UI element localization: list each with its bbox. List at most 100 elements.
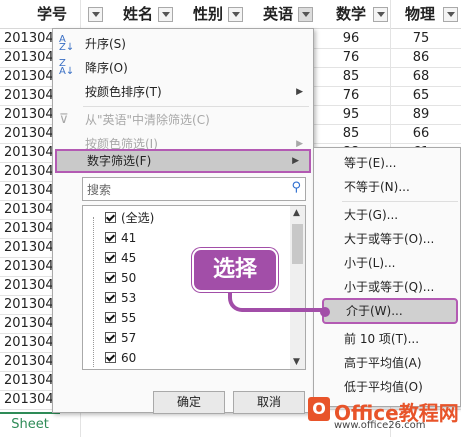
cell-id[interactable]: 201304 — [4, 145, 54, 160]
search-placeholder: 搜索 — [87, 183, 112, 197]
cell-id[interactable]: 201304 — [4, 316, 54, 331]
cell-id[interactable]: 201304 — [4, 354, 54, 369]
checkbox-checked[interactable] — [105, 272, 116, 283]
menu-divider — [83, 106, 309, 107]
cell-physics[interactable]: 68 — [406, 69, 436, 84]
cell-id[interactable]: 201304 — [4, 183, 54, 198]
cell-id[interactable]: 201304 — [4, 50, 54, 65]
menu-sort-by-color[interactable]: 按颜色排序(T) ▶ — [53, 81, 313, 103]
filter-value-item[interactable]: 55 — [105, 308, 136, 328]
scroll-thumb[interactable] — [292, 224, 303, 264]
menu-divider — [342, 201, 458, 202]
filter-value-item[interactable]: 57 — [105, 328, 136, 348]
col-header-gender: 性别 — [192, 5, 223, 23]
callout-label: 选择 — [192, 248, 278, 292]
cancel-button[interactable]: 取消 — [233, 391, 305, 414]
filter-value-item[interactable]: 41 — [105, 228, 136, 248]
filter-button-id[interactable] — [88, 7, 103, 22]
filter-value-item[interactable]: 60 — [105, 348, 136, 368]
filter-value-item[interactable]: (全选) — [105, 208, 154, 228]
cell-id[interactable]: 201304 — [4, 88, 54, 103]
filter-value-label: 55 — [121, 311, 137, 325]
filter-value-item[interactable]: 53 — [105, 288, 136, 308]
cell-id[interactable]: 201304 — [4, 240, 54, 255]
sort-ascending-icon: A Z↓ — [59, 34, 75, 53]
cell-id[interactable]: 201304 — [4, 31, 54, 46]
checkbox-checked[interactable] — [105, 292, 116, 303]
checkbox-checked[interactable] — [105, 252, 116, 263]
scroll-up-icon[interactable]: ▲ — [293, 208, 300, 218]
cell-id[interactable]: 201304 — [4, 297, 54, 312]
clear-filter-icon: ⊽ — [59, 112, 69, 127]
cell-id[interactable]: 201304 — [4, 69, 54, 84]
cell-id[interactable]: 201304 — [4, 373, 54, 388]
cell-id[interactable]: 201304 — [4, 278, 54, 293]
submenu-equals[interactable]: 等于(E)... — [344, 152, 396, 174]
checkbox-checked[interactable] — [105, 312, 116, 323]
cell-id[interactable]: 201304 — [4, 392, 54, 407]
filter-value-label: 57 — [121, 331, 137, 345]
cell-physics[interactable]: 89 — [406, 107, 436, 122]
filter-value-item[interactable]: 45 — [105, 248, 136, 268]
col-header-physics: 物理 — [404, 5, 435, 23]
callout-connector — [228, 290, 328, 312]
scroll-down-icon[interactable]: ▼ — [293, 357, 300, 367]
number-filter-submenu: 等于(E)... 不等于(N)... 大于(G)... 大于或等于(O)... … — [313, 147, 461, 407]
submenu-arrow-icon: ▶ — [292, 156, 299, 166]
menu-label: 降序(O) — [85, 61, 128, 75]
menu-number-filter[interactable]: 数字筛选(F) ▶ — [55, 149, 311, 173]
filter-button-english[interactable] — [298, 7, 313, 22]
filter-button-physics[interactable] — [443, 7, 458, 22]
menu-label: 数字筛选(F) — [87, 154, 152, 168]
submenu-above-average[interactable]: 高于平均值(A) — [344, 352, 422, 374]
cell-id[interactable]: 201304 — [4, 259, 54, 274]
checkbox-checked[interactable] — [105, 352, 116, 363]
cell-id[interactable]: 201304 — [4, 107, 54, 122]
submenu-less-or-equal[interactable]: 小于或等于(Q)... — [344, 276, 434, 298]
callout-dot — [320, 307, 330, 317]
menu-clear-filter[interactable]: ⊽ 从"英语"中清除筛选(C) — [53, 109, 313, 131]
cell-physics[interactable]: 86 — [406, 50, 436, 65]
checkbox-checked[interactable] — [105, 332, 116, 343]
search-input[interactable]: 搜索 ⚲ — [82, 177, 306, 201]
filter-button-gender[interactable] — [228, 7, 243, 22]
submenu-between[interactable]: 介于(W)... — [322, 298, 458, 324]
submenu-below-average[interactable]: 低于平均值(O) — [344, 376, 423, 398]
submenu-not-equals[interactable]: 不等于(N)... — [344, 176, 410, 198]
menu-sort-ascending[interactable]: A Z↓ 升序(S) — [53, 33, 313, 55]
cell-physics[interactable]: 66 — [406, 126, 436, 141]
cell-id[interactable]: 201304 — [4, 221, 54, 236]
cell-math[interactable]: 85 — [336, 126, 366, 141]
submenu-less-than[interactable]: 小于(L)... — [344, 252, 396, 274]
search-icon[interactable]: ⚲ — [291, 180, 301, 195]
cell-math[interactable]: 76 — [336, 88, 366, 103]
checkbox-checked[interactable] — [105, 232, 116, 243]
submenu-greater-or-equal[interactable]: 大于或等于(O)... — [344, 228, 434, 250]
submenu-greater-than[interactable]: 大于(G)... — [344, 204, 398, 226]
cell-id[interactable]: 201304 — [4, 202, 54, 217]
menu-label: 升序(S) — [85, 37, 126, 51]
cell-physics[interactable]: 75 — [406, 31, 436, 46]
submenu-top-10[interactable]: 前 10 项(T)... — [344, 328, 419, 350]
cell-id[interactable]: 201304 — [4, 126, 54, 141]
filter-value-label: (全选) — [121, 211, 155, 225]
office-logo-icon: O — [308, 397, 330, 421]
sheet-tab[interactable]: Sheet — [0, 412, 60, 439]
menu-sort-descending[interactable]: Z A↓ 降序(O) — [53, 57, 313, 79]
ok-button[interactable]: 确定 — [153, 391, 225, 414]
filter-value-label: 45 — [121, 251, 137, 265]
cell-math[interactable]: 96 — [336, 31, 366, 46]
cell-physics[interactable]: 65 — [406, 88, 436, 103]
cell-id[interactable]: 201304 — [4, 335, 54, 350]
filter-value-item[interactable]: 50 — [105, 268, 136, 288]
filter-button-name[interactable] — [158, 7, 173, 22]
filter-value-label: 50 — [121, 271, 137, 285]
cell-math[interactable]: 85 — [336, 69, 366, 84]
filter-button-math[interactable] — [373, 7, 388, 22]
cell-math[interactable]: 76 — [336, 50, 366, 65]
filter-value-label: 41 — [121, 231, 137, 245]
checkbox-checked[interactable] — [105, 212, 116, 223]
cell-id[interactable]: 201304 — [4, 164, 54, 179]
cell-math[interactable]: 95 — [336, 107, 366, 122]
list-scrollbar[interactable]: ▲ ▼ — [290, 206, 305, 369]
